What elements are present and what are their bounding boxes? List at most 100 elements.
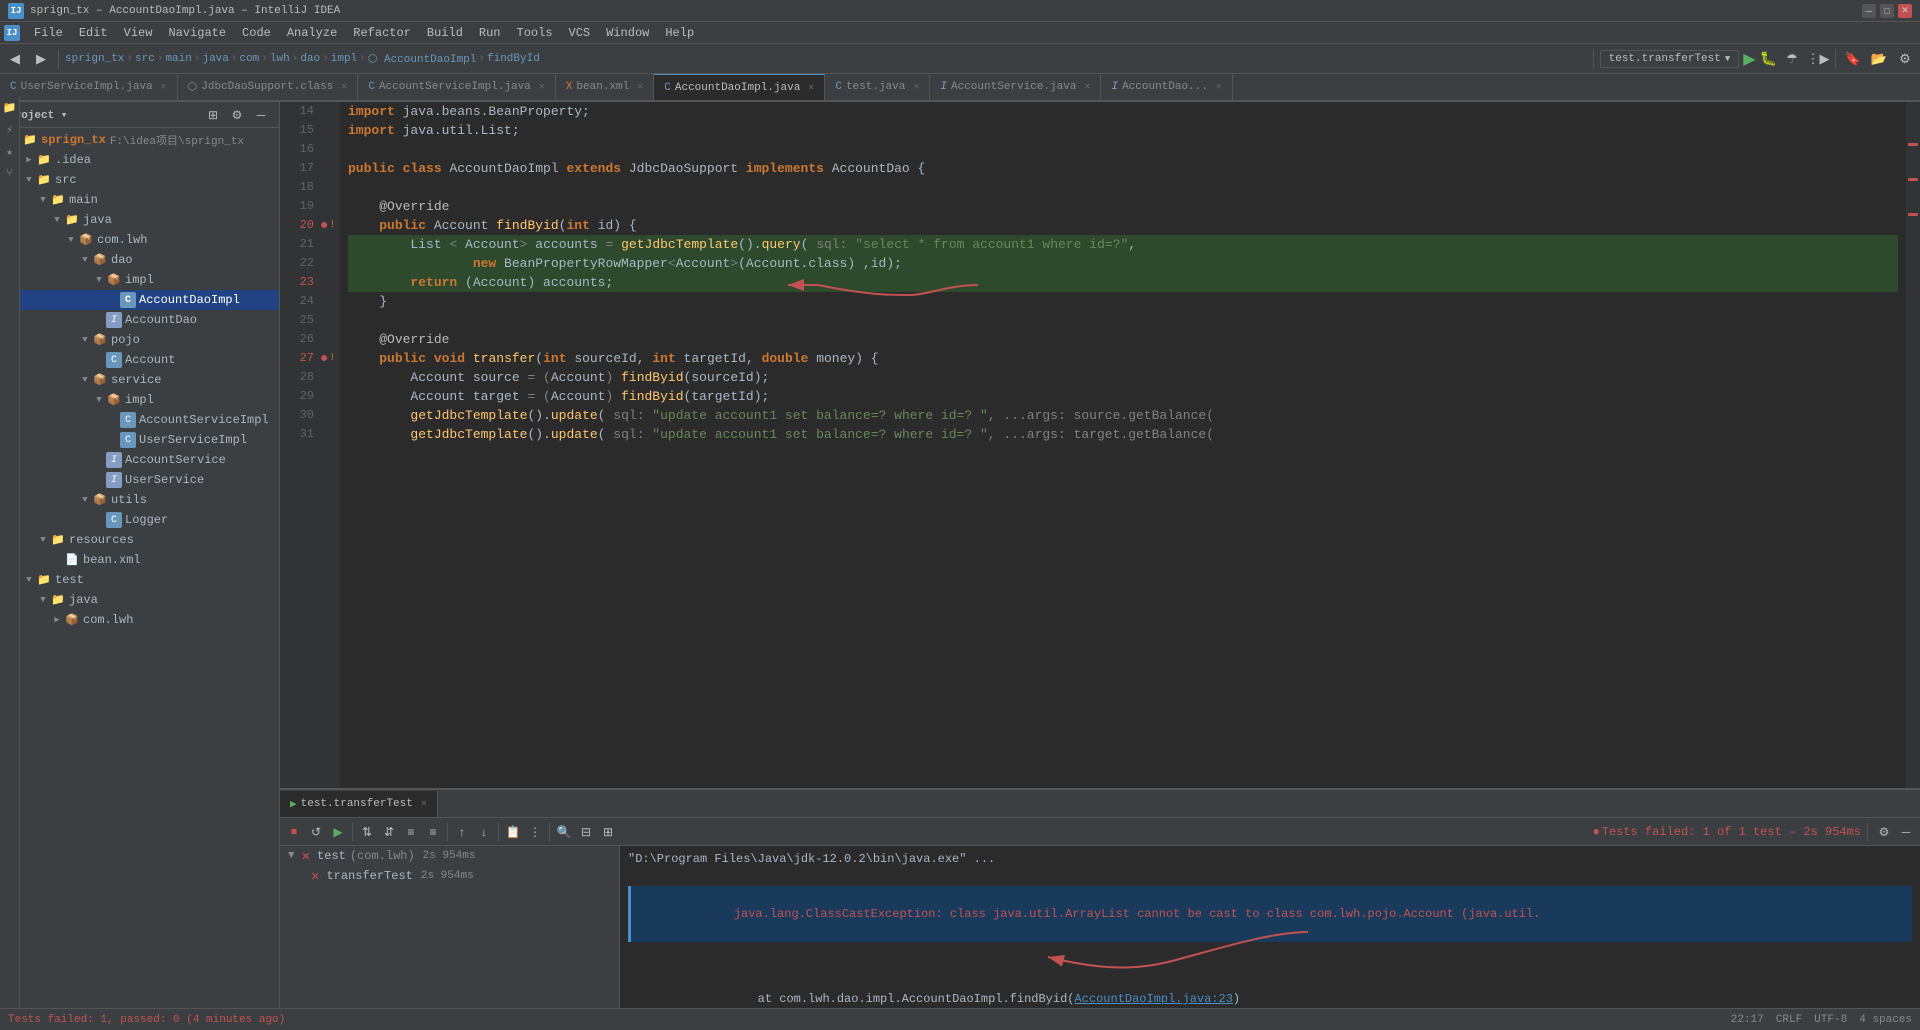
up-nav-button[interactable]: ↑ bbox=[452, 822, 472, 842]
menu-build[interactable]: Build bbox=[419, 22, 471, 44]
open-folder-button[interactable]: 📂 bbox=[1868, 48, 1890, 70]
back-button[interactable]: ◀ bbox=[4, 48, 26, 70]
expand-icon[interactable]: ▼ bbox=[78, 495, 92, 505]
status-crlf[interactable]: CRLF bbox=[1776, 1014, 1802, 1026]
tree-item-src[interactable]: ▼ 📁 src bbox=[0, 170, 279, 190]
menu-help[interactable]: Help bbox=[657, 22, 702, 44]
tab-accountserviceimpl[interactable]: C AccountServiceImpl.java ✕ bbox=[358, 74, 555, 100]
bc-class[interactable]: ⬡ AccountDaoImpl bbox=[368, 52, 477, 66]
console-error-line[interactable]: java.lang.ClassCastException: class java… bbox=[628, 886, 1912, 942]
menu-code[interactable]: Code bbox=[234, 22, 279, 44]
expand-icon[interactable]: ▼ bbox=[36, 195, 50, 205]
forward-button[interactable]: ▶ bbox=[30, 48, 52, 70]
close-bottom-tab[interactable]: ✕ bbox=[421, 798, 427, 810]
close-tab-icon[interactable]: ✕ bbox=[808, 82, 814, 94]
bc-dao[interactable]: dao bbox=[300, 53, 320, 65]
tree-item-java-main[interactable]: ▼ 📁 java bbox=[0, 210, 279, 230]
expand-icon[interactable]: ▼ bbox=[78, 335, 92, 345]
expand-icon[interactable]: ▼ bbox=[22, 575, 36, 585]
bc-com[interactable]: com bbox=[239, 53, 259, 65]
tree-item-root[interactable]: ▼ 📁 sprign_tx F:\idea项目\sprign_tx bbox=[0, 130, 279, 150]
resume-button[interactable]: ▶ bbox=[328, 822, 348, 842]
bc-project[interactable]: sprign_tx bbox=[65, 53, 124, 65]
debug-button[interactable]: 🐛 bbox=[1760, 50, 1777, 67]
tree-item-accountserviceimpl[interactable]: C AccountServiceImpl bbox=[0, 410, 279, 430]
sidebar-controls[interactable]: ⊞ ⚙ ─ bbox=[203, 105, 271, 125]
more-run-button[interactable]: ⋮▶ bbox=[1807, 48, 1829, 70]
tree-item-beanxml[interactable]: 📄 bean.xml bbox=[0, 550, 279, 570]
run-button[interactable]: ▶ bbox=[1743, 49, 1755, 69]
tab-accountservice[interactable]: I AccountService.java ✕ bbox=[930, 74, 1101, 100]
export-button[interactable]: 📋 bbox=[503, 822, 523, 842]
menu-edit[interactable]: Edit bbox=[71, 22, 116, 44]
tree-item-dao-impl[interactable]: ▼ 📦 impl bbox=[0, 270, 279, 290]
bc-lwh[interactable]: lwh bbox=[270, 53, 290, 65]
tree-item-main[interactable]: ▼ 📁 main bbox=[0, 190, 279, 210]
flatten-button[interactable]: ≡ bbox=[401, 822, 421, 842]
tree-item-resources[interactable]: ▼ 📁 resources bbox=[0, 530, 279, 550]
close-tab-icon[interactable]: ✕ bbox=[913, 81, 919, 93]
expand-icon[interactable]: ▼ bbox=[78, 255, 92, 265]
close-tab-icon[interactable]: ✕ bbox=[341, 81, 347, 93]
tree-item-dao[interactable]: ▼ 📦 dao bbox=[0, 250, 279, 270]
expand-icon[interactable]: ▼ bbox=[78, 375, 92, 385]
expand-test-icon[interactable]: ▼ bbox=[288, 850, 295, 862]
right-scroll-panel[interactable] bbox=[1906, 102, 1920, 788]
tree-item-accountservice[interactable]: I AccountService bbox=[0, 450, 279, 470]
close-tab-icon[interactable]: ✕ bbox=[637, 81, 643, 93]
favorites-icon[interactable]: ★ bbox=[2, 144, 18, 160]
expand-icon[interactable]: ▼ bbox=[64, 235, 78, 245]
console-content[interactable]: "D:\Program Files\Java\jdk-12.0.2\bin\ja… bbox=[620, 846, 1920, 1008]
expand-icon[interactable]: ▼ bbox=[92, 275, 106, 285]
sidebar-settings-btn[interactable]: ⚙ bbox=[227, 105, 247, 125]
expand-icon[interactable]: ▶ bbox=[22, 155, 36, 165]
tree-item-com-lwh[interactable]: ▼ 📦 com.lwh bbox=[0, 230, 279, 250]
menu-tools[interactable]: Tools bbox=[509, 22, 561, 44]
sidebar-collapse-btn[interactable]: ─ bbox=[251, 105, 271, 125]
rerun-button[interactable]: ↺ bbox=[306, 822, 326, 842]
coverage-button[interactable]: ☂ bbox=[1781, 48, 1803, 70]
tree-item-logger[interactable]: C Logger bbox=[0, 510, 279, 530]
tab-userserviceimpl[interactable]: C UserServiceImpl.java ✕ bbox=[0, 74, 178, 100]
status-encoding[interactable]: UTF-8 bbox=[1814, 1014, 1847, 1026]
tree-item-account[interactable]: C Account bbox=[0, 350, 279, 370]
bottom-tab-run[interactable]: ▶ test.transferTest ✕ bbox=[280, 791, 438, 817]
maximize-button[interactable]: □ bbox=[1880, 4, 1894, 18]
tree-item-pojo[interactable]: ▼ 📦 pojo bbox=[0, 330, 279, 350]
bookmark-button[interactable]: 🔖 bbox=[1842, 48, 1864, 70]
tree-item-idea[interactable]: ▶ 📁 .idea bbox=[0, 150, 279, 170]
tab-beanxml[interactable]: X bean.xml ✕ bbox=[556, 74, 654, 100]
sort-asc-button[interactable]: ⇅ bbox=[357, 822, 377, 842]
structure-icon[interactable]: ⚡ bbox=[2, 122, 18, 138]
sort-desc-button[interactable]: ⇵ bbox=[379, 822, 399, 842]
close-tab-icon[interactable]: ✕ bbox=[539, 81, 545, 93]
tree-item-utils[interactable]: ▼ 📦 utils bbox=[0, 490, 279, 510]
menu-refactor[interactable]: Refactor bbox=[345, 22, 419, 44]
test-item-root[interactable]: ▼ ✕ test (com.lwh) 2s 954ms bbox=[284, 846, 619, 866]
close-tab-icon[interactable]: ✕ bbox=[1216, 81, 1222, 93]
menu-analyze[interactable]: Analyze bbox=[279, 22, 345, 44]
project-icon[interactable]: 📁 bbox=[2, 100, 18, 116]
bc-java[interactable]: java bbox=[202, 53, 228, 65]
tree-item-test-com-lwh[interactable]: ▶ 📦 com.lwh bbox=[0, 610, 279, 630]
menu-vcs[interactable]: VCS bbox=[561, 22, 599, 44]
hide-passed-button[interactable]: ≡ bbox=[423, 822, 443, 842]
tree-item-userservice[interactable]: I UserService bbox=[0, 470, 279, 490]
bc-main[interactable]: main bbox=[165, 53, 191, 65]
expand-icon[interactable]: ▼ bbox=[36, 595, 50, 605]
test-item-transfer[interactable]: ✕ transferTest 2s 954ms bbox=[284, 866, 619, 886]
minimize-button[interactable]: ─ bbox=[1862, 4, 1876, 18]
expand-icon[interactable]: ▼ bbox=[50, 215, 64, 225]
trace-link-1[interactable]: AccountDaoImpl.java:23 bbox=[1074, 992, 1232, 1006]
tree-item-java-test[interactable]: ▼ 📁 java bbox=[0, 590, 279, 610]
run-config-selector[interactable]: test.transferTest ▼ bbox=[1600, 50, 1740, 68]
settings-button[interactable]: ⚙ bbox=[1894, 48, 1916, 70]
menu-view[interactable]: View bbox=[116, 22, 161, 44]
tree-item-service[interactable]: ▼ 📦 service bbox=[0, 370, 279, 390]
tree-item-userserviceimpl[interactable]: C UserServiceImpl bbox=[0, 430, 279, 450]
expand-icon[interactable]: ▼ bbox=[92, 395, 106, 405]
expand-icon[interactable]: ▼ bbox=[22, 175, 36, 185]
tab-accountdaoimpl[interactable]: C AccountDaoImpl.java ✕ bbox=[654, 74, 825, 100]
close-tab-icon[interactable]: ✕ bbox=[161, 81, 167, 93]
search-button[interactable]: 🔍 bbox=[554, 822, 574, 842]
